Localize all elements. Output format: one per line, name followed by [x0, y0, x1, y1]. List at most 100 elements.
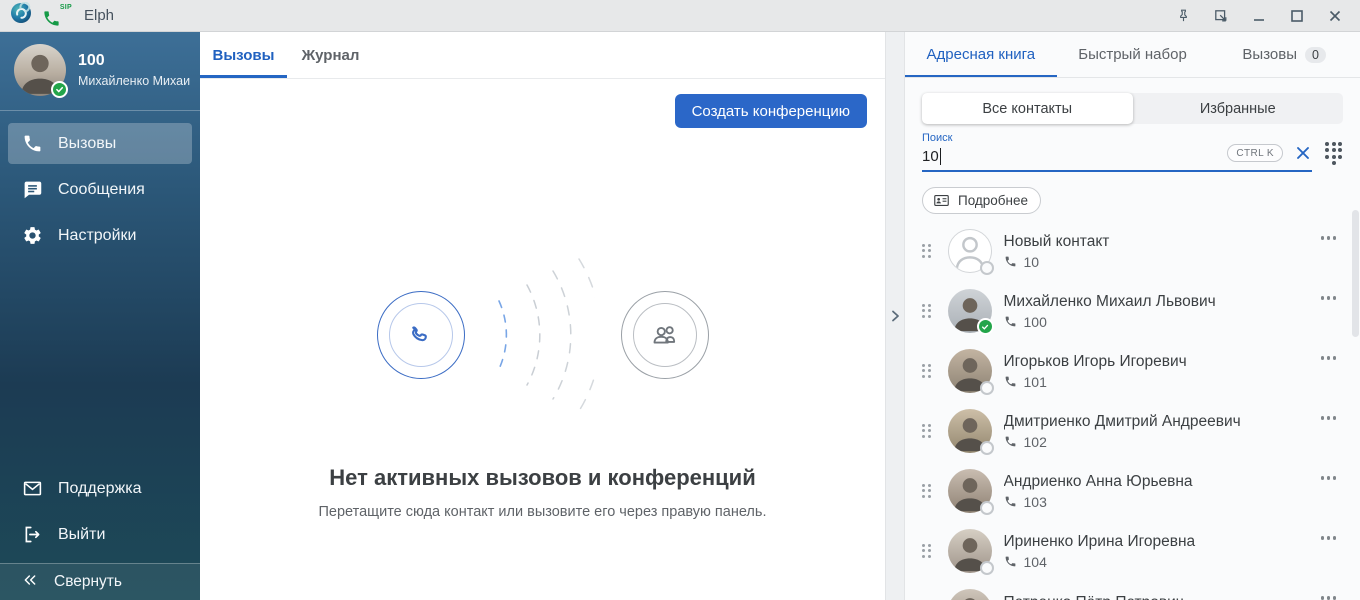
contact-number-text: 103	[1024, 494, 1047, 510]
sidebar-item-settings[interactable]: Настройки	[8, 215, 192, 256]
contact-row[interactable]: Игорьков Игорь Игоревич 101	[922, 341, 1360, 401]
sidebar-spacer	[0, 256, 200, 456]
search-field-label: Поиск	[922, 132, 1312, 144]
contact-row[interactable]: Новый контакт 10	[922, 221, 1360, 281]
drag-handle-icon[interactable]	[922, 364, 932, 379]
minimize-icon[interactable]	[1248, 5, 1270, 27]
contact-row[interactable]: Михайленко Михаил Львович 100	[922, 281, 1360, 341]
tab-label: Адресная книга	[927, 46, 1036, 63]
sidebar-item-label: Вызовы	[58, 135, 116, 153]
segment-favorites[interactable]: Избранные	[1133, 93, 1344, 124]
tab-label: Быстрый набор	[1078, 46, 1187, 63]
tab-label: Вызовы	[213, 47, 275, 64]
scrollbar-thumb[interactable]	[1352, 210, 1359, 337]
contact-name: Игорьков Игорь Игоревич	[1004, 353, 1309, 371]
envelope-icon	[21, 478, 43, 500]
pin-icon[interactable]	[1172, 5, 1194, 27]
tab-calls-right[interactable]: Вызовы 0	[1208, 32, 1360, 77]
contact-number: 10	[1004, 254, 1309, 270]
drag-handle-icon[interactable]	[922, 424, 932, 439]
user-online-badge	[51, 81, 68, 98]
dialpad-icon[interactable]	[1325, 142, 1343, 167]
contact-row[interactable]: Ириненко Ирина Игоревна 104	[922, 521, 1360, 581]
contact-menu-icon[interactable]	[1317, 532, 1341, 544]
contact-menu-icon[interactable]	[1317, 412, 1341, 424]
main-tab-bar: Вызовы Журнал	[200, 32, 885, 79]
sidebar-item-support[interactable]: Поддержка	[8, 468, 192, 509]
sidebar-item-label: Поддержка	[58, 480, 141, 498]
close-icon[interactable]	[1324, 5, 1346, 27]
drag-handle-icon[interactable]	[922, 304, 932, 319]
user-avatar	[14, 44, 66, 96]
right-panel-tab-bar: Адресная книга Быстрый набор Вызовы 0	[905, 32, 1360, 78]
clear-search-icon[interactable]	[1294, 144, 1312, 162]
contact-info: Новый контакт 10	[1004, 233, 1309, 270]
titlebar: SIP Elph	[0, 0, 1360, 32]
contact-number-text: 102	[1024, 434, 1047, 450]
tab-journal[interactable]: Журнал	[287, 32, 374, 78]
main-area: Вызовы Журнал Создать конференцию	[200, 32, 885, 600]
user-card[interactable]: 100 Михайленко Михаи…	[0, 32, 200, 111]
contact-avatar	[948, 409, 992, 453]
contact-name: Андриенко Анна Юрьевна	[1004, 473, 1309, 491]
sip-phone-icon: SIP	[42, 4, 70, 28]
drag-handle-icon[interactable]	[922, 484, 932, 499]
app-window: SIP Elph	[0, 0, 1360, 600]
sidebar: 100 Михайленко Михаи… Вызовы Сообщения	[0, 32, 200, 600]
contact-info: Ириненко Ирина Игоревна 104	[1004, 533, 1309, 570]
contact-number-text: 10	[1024, 254, 1040, 270]
search-value: 10	[922, 148, 939, 165]
sidebar-nav: Вызовы Сообщения Настройки	[0, 111, 200, 256]
tab-address-book[interactable]: Адресная книга	[905, 32, 1057, 77]
phone-small-icon	[1004, 495, 1017, 508]
shortcut-badge: CTRL K	[1227, 144, 1283, 162]
empty-state-icons	[377, 249, 709, 421]
contact-number: 102	[1004, 434, 1309, 450]
contact-menu-icon[interactable]	[1317, 352, 1341, 364]
gear-icon	[21, 225, 43, 247]
sidebar-item-logout[interactable]: Выйти	[8, 514, 192, 555]
contact-avatar	[948, 469, 992, 513]
phone-small-icon	[1004, 555, 1017, 568]
tab-label: Вызовы	[1242, 46, 1297, 63]
sidebar-collapse-button[interactable]: Свернуть	[0, 563, 200, 600]
contact-row[interactable]: Петренко Пётр Петрович	[922, 581, 1360, 600]
contact-number-text: 104	[1024, 554, 1047, 570]
create-conference-button[interactable]: Создать конференцию	[675, 94, 867, 128]
offline-status-badge	[980, 381, 994, 395]
details-button[interactable]: Подробнее	[922, 187, 1041, 214]
tab-speed-dial[interactable]: Быстрый набор	[1057, 32, 1209, 77]
contact-menu-icon[interactable]	[1317, 232, 1341, 244]
empty-state-title: Нет активных вызовов и конференций	[329, 465, 755, 491]
contact-row[interactable]: Дмитриенко Дмитрий Андреевич 102	[922, 401, 1360, 461]
phone-small-icon	[1004, 315, 1017, 328]
contact-menu-icon[interactable]	[1317, 592, 1341, 600]
search-input[interactable]: Поиск 10 CTRL K	[922, 132, 1312, 172]
contact-info: Игорьков Игорь Игоревич 101	[1004, 353, 1309, 390]
user-extension: 100	[78, 52, 190, 70]
maximize-icon[interactable]	[1286, 5, 1308, 27]
sidebar-item-calls[interactable]: Вызовы	[8, 123, 192, 164]
tab-calls[interactable]: Вызовы	[200, 32, 287, 78]
contact-info: Дмитриенко Дмитрий Андреевич 102	[1004, 413, 1309, 450]
panel-collapse-handle[interactable]	[885, 32, 905, 600]
contact-list: Новый контакт 10 Михайленко Михаил Львов…	[905, 221, 1360, 600]
user-name: Михайленко Михаи…	[78, 74, 190, 88]
contact-avatar	[948, 229, 992, 273]
right-panel: Адресная книга Быстрый набор Вызовы 0 Вс…	[905, 32, 1360, 600]
empty-state-subtitle: Перетащите сюда контакт или вызовите его…	[319, 504, 767, 520]
sidebar-item-label: Сообщения	[58, 181, 145, 199]
drag-handle-icon[interactable]	[922, 244, 932, 259]
popout-icon[interactable]	[1210, 5, 1232, 27]
contact-menu-icon[interactable]	[1317, 472, 1341, 484]
titlebar-left: SIP Elph	[10, 2, 114, 29]
offline-status-badge	[980, 261, 994, 275]
segment-all-contacts[interactable]: Все контакты	[922, 93, 1133, 124]
contact-info: Михайленко Михаил Львович 100	[1004, 293, 1309, 330]
sidebar-item-messages[interactable]: Сообщения	[8, 169, 192, 210]
contact-row[interactable]: Андриенко Анна Юрьевна 103	[922, 461, 1360, 521]
contact-menu-icon[interactable]	[1317, 292, 1341, 304]
details-button-label: Подробнее	[958, 193, 1028, 208]
collapse-label: Свернуть	[54, 573, 122, 591]
drag-handle-icon[interactable]	[922, 544, 932, 559]
